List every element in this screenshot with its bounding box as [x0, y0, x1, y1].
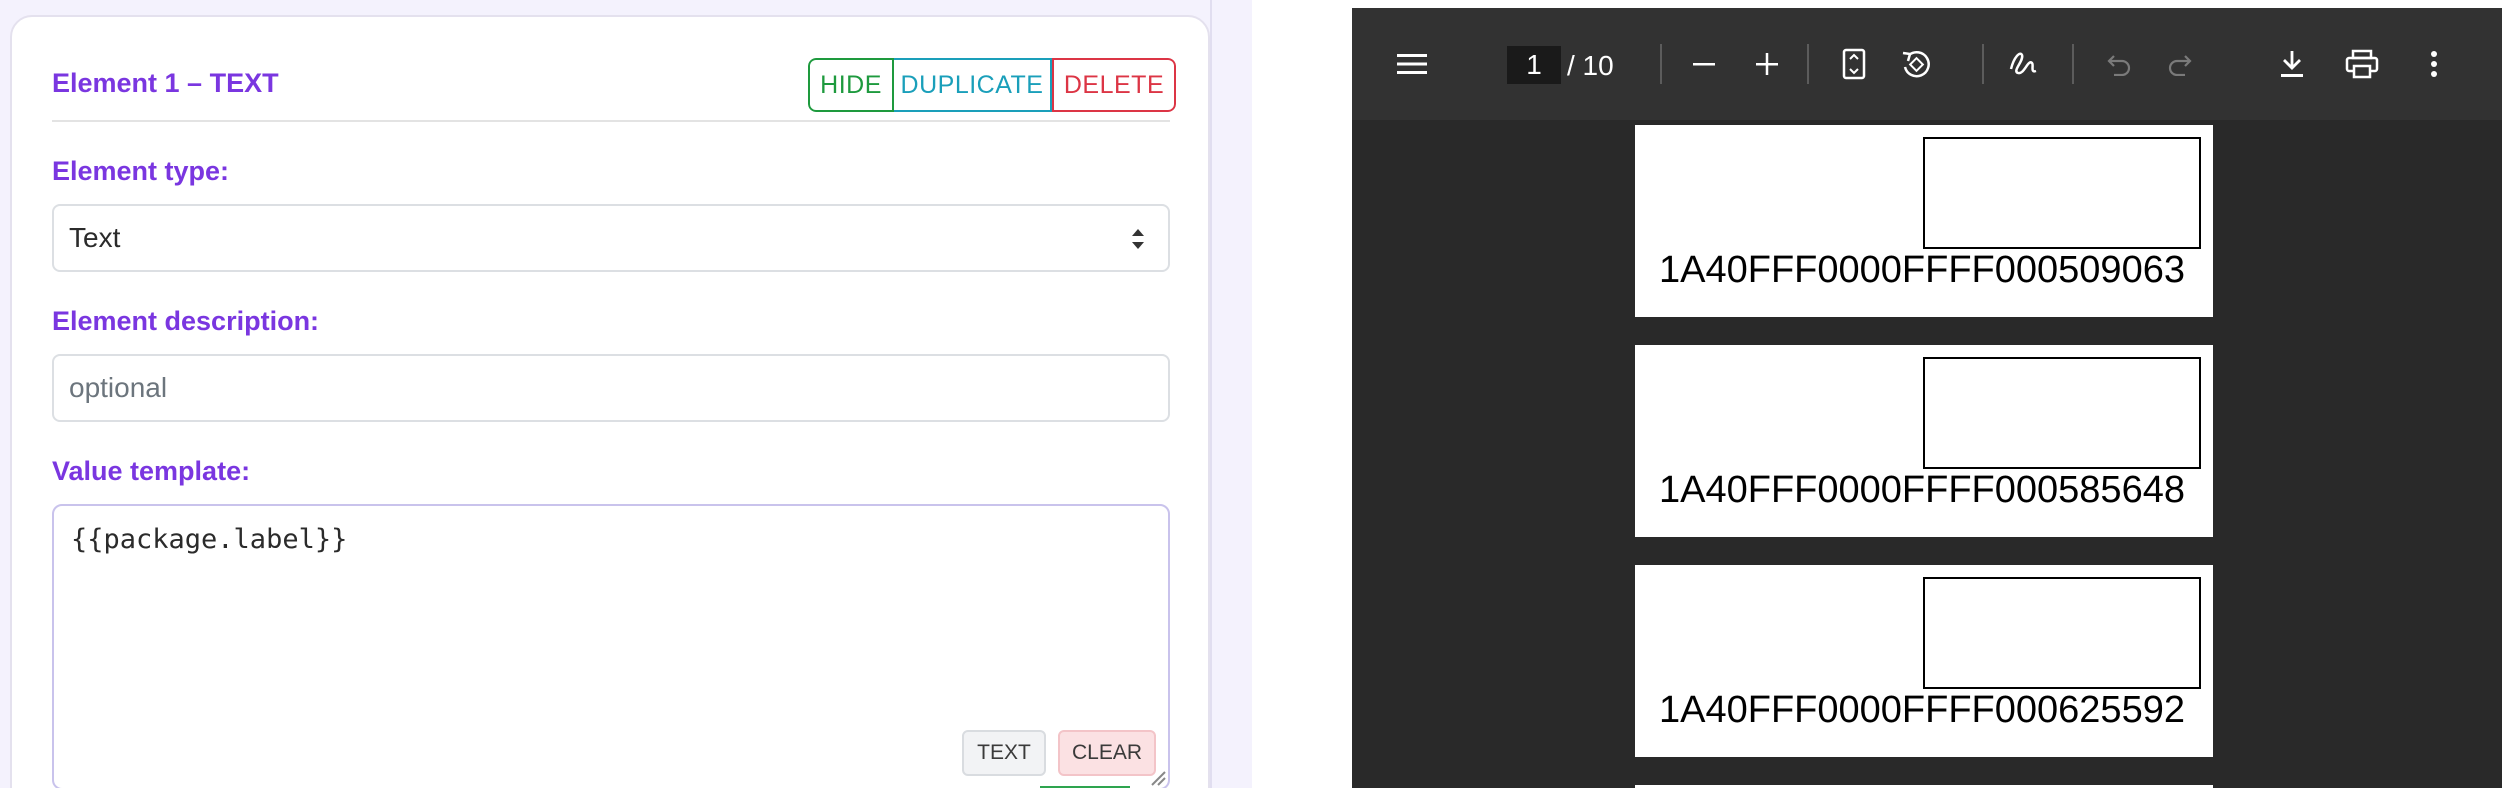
panel-divider	[1210, 0, 1212, 788]
label-code: 1A40FFF0000FFFF000585648	[1659, 469, 2185, 511]
select-arrows-icon	[1132, 229, 1144, 249]
title-divider	[52, 120, 1170, 122]
pdf-page: 1A40FFF0000FFFF000585648	[1635, 345, 2213, 537]
download-icon[interactable]	[2270, 42, 2314, 86]
insert-text-button[interactable]: TEXT	[962, 730, 1046, 776]
clear-button[interactable]: CLEAR	[1058, 730, 1156, 776]
element-description-label: Element description:	[52, 306, 320, 336]
rotate-icon[interactable]	[1894, 42, 1938, 86]
element-type-select[interactable]: Text	[52, 204, 1170, 272]
toolbar-separator	[2072, 44, 2074, 84]
element-description-input[interactable]: optional	[52, 354, 1170, 422]
value-template-text: {{package.label}}	[71, 524, 348, 555]
label-box	[1923, 137, 2201, 249]
redo-icon[interactable]	[2158, 42, 2202, 86]
element-actions: HIDE DUPLICATE DELETE	[808, 58, 1176, 112]
duplicate-button[interactable]: DUPLICATE	[894, 58, 1052, 112]
annotate-icon[interactable]	[2002, 42, 2046, 86]
page-number-input[interactable]: 1	[1507, 46, 1561, 84]
pdf-viewer: 1 / 10 1A40FFF0000FFFF000509063 1A40FFF0…	[1352, 8, 2502, 788]
pdf-page: 1A40FFF0000FFFF000625592	[1635, 565, 2213, 757]
label-box	[1923, 357, 2201, 469]
page-total: / 10	[1567, 50, 1614, 81]
fit-page-icon[interactable]	[1832, 42, 1876, 86]
pdf-page: 1A40FFF0000FFFF000509063	[1635, 125, 2213, 317]
element-card-title: Element 1 – TEXT	[52, 68, 279, 98]
panel-gap	[1252, 0, 1352, 788]
toolbar-separator	[1660, 44, 1662, 84]
delete-button[interactable]: DELETE	[1052, 58, 1176, 112]
more-options-icon[interactable]	[2412, 42, 2456, 86]
label-code: 1A40FFF0000FFFF000509063	[1659, 249, 2185, 291]
zoom-in-icon[interactable]	[1745, 42, 1789, 86]
pdf-toolbar: 1 / 10	[1352, 8, 2502, 120]
resize-handle-icon[interactable]	[1148, 768, 1166, 786]
value-template-label: Value template:	[52, 456, 251, 486]
hide-button[interactable]: HIDE	[808, 58, 894, 112]
menu-icon[interactable]	[1390, 42, 1434, 86]
zoom-out-icon[interactable]	[1682, 42, 1726, 86]
undo-icon[interactable]	[2097, 42, 2141, 86]
element-type-value: Text	[69, 222, 121, 253]
print-icon[interactable]	[2340, 42, 2384, 86]
toolbar-separator	[1807, 44, 1809, 84]
label-code: 1A40FFF0000FFFF000625592	[1659, 689, 2185, 731]
element-description-placeholder: optional	[69, 372, 168, 403]
toolbar-separator	[1982, 44, 1984, 84]
label-box	[1923, 577, 2201, 689]
element-type-label: Element type:	[52, 156, 230, 186]
